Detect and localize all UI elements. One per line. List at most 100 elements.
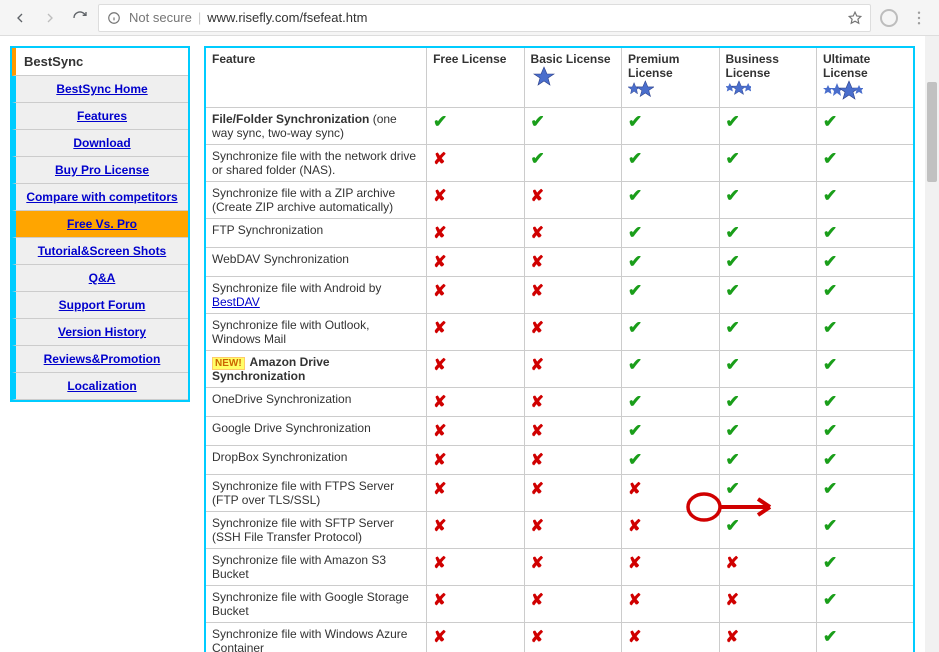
sidebar-item-2[interactable]: Download — [12, 130, 188, 157]
mark-cell: ✘ — [524, 314, 621, 351]
page-content: BestSync BestSync HomeFeaturesDownloadBu… — [0, 36, 925, 652]
sidebar-item-7[interactable]: Q&A — [12, 265, 188, 292]
sidebar-item-8[interactable]: Support Forum — [12, 292, 188, 319]
mark-cell: ✔ — [817, 182, 915, 219]
mark-cell: ✘ — [622, 512, 719, 549]
sidebar-item-3[interactable]: Buy Pro License — [12, 157, 188, 184]
cross-icon: ✘ — [531, 225, 544, 242]
cross-icon: ✘ — [433, 423, 446, 440]
comparison-table: Feature Free License Basic License Premi… — [204, 46, 915, 652]
cross-icon: ✘ — [628, 629, 641, 646]
cross-icon: ✘ — [726, 629, 739, 646]
check-icon: ✔ — [628, 281, 642, 300]
mark-cell: ✘ — [524, 586, 621, 623]
cross-icon: ✘ — [433, 481, 446, 498]
check-icon: ✔ — [823, 450, 837, 469]
check-icon: ✔ — [726, 223, 740, 242]
menu-icon[interactable] — [907, 6, 931, 30]
table-row: Synchronize file with Outlook, Windows M… — [205, 314, 914, 351]
feature-cell: Synchronize file with a ZIP archive (Cre… — [205, 182, 427, 219]
mark-cell: ✔ — [719, 417, 816, 446]
check-icon: ✔ — [726, 318, 740, 337]
header-business: Business License — [719, 47, 816, 108]
check-icon: ✔ — [726, 355, 740, 374]
check-icon: ✔ — [823, 186, 837, 205]
mark-cell: ✘ — [622, 549, 719, 586]
check-icon: ✔ — [726, 281, 740, 300]
bookmark-star-icon[interactable] — [846, 9, 864, 27]
sidebar-item-5[interactable]: Free Vs. Pro — [12, 211, 188, 238]
check-icon: ✔ — [433, 112, 447, 131]
check-icon: ✔ — [628, 186, 642, 205]
feature-cell: Synchronize file with Outlook, Windows M… — [205, 314, 427, 351]
cross-icon: ✘ — [433, 254, 446, 271]
reload-button[interactable] — [68, 6, 92, 30]
star-icon — [531, 66, 557, 86]
mark-cell: ✘ — [719, 549, 816, 586]
mark-cell: ✘ — [524, 475, 621, 512]
sidebar-item-1[interactable]: Features — [12, 103, 188, 130]
cross-icon: ✘ — [531, 394, 544, 411]
mark-cell: ✘ — [427, 446, 524, 475]
mark-cell: ✔ — [622, 182, 719, 219]
mark-cell: ✘ — [622, 475, 719, 512]
mark-cell: ✔ — [427, 108, 524, 145]
mark-cell: ✘ — [427, 219, 524, 248]
header-free: Free License — [427, 47, 524, 108]
feature-cell: Synchronize file with Windows Azure Cont… — [205, 623, 427, 652]
mark-cell: ✔ — [622, 219, 719, 248]
sidebar-item-6[interactable]: Tutorial&Screen Shots — [12, 238, 188, 265]
sidebar-item-10[interactable]: Reviews&Promotion — [12, 346, 188, 373]
mark-cell: ✘ — [427, 623, 524, 652]
mark-cell: ✔ — [817, 145, 915, 182]
mark-cell: ✔ — [622, 108, 719, 145]
sidebar-item-0[interactable]: BestSync Home — [12, 76, 188, 103]
inline-link[interactable]: BestDAV — [212, 295, 260, 309]
mark-cell: ✘ — [524, 417, 621, 446]
scrollbar-thumb[interactable] — [927, 82, 937, 182]
check-icon: ✔ — [628, 252, 642, 271]
check-icon: ✔ — [628, 421, 642, 440]
check-icon: ✔ — [823, 318, 837, 337]
feature-cell: Google Drive Synchronization — [205, 417, 427, 446]
table-row: WebDAV Synchronization✘✘✔✔✔ — [205, 248, 914, 277]
info-icon — [105, 9, 123, 27]
mark-cell: ✔ — [817, 351, 915, 388]
table-row: Synchronize file with Google Storage Buc… — [205, 586, 914, 623]
feature-cell: Synchronize file with SFTP Server (SSH F… — [205, 512, 427, 549]
star-icon — [726, 80, 752, 100]
mark-cell: ✘ — [427, 248, 524, 277]
feature-cell: WebDAV Synchronization — [205, 248, 427, 277]
address-bar[interactable]: Not secure | www.risefly.com/fsefeat.htm — [98, 4, 871, 32]
check-icon: ✔ — [628, 223, 642, 242]
sidebar-item-4[interactable]: Compare with competitors — [12, 184, 188, 211]
check-icon: ✔ — [726, 516, 740, 535]
vertical-scrollbar[interactable] — [925, 36, 939, 652]
header-feature: Feature — [205, 47, 427, 108]
sidebar-item-9[interactable]: Version History — [12, 319, 188, 346]
check-icon: ✔ — [823, 252, 837, 271]
back-button[interactable] — [8, 6, 32, 30]
forward-button[interactable] — [38, 6, 62, 30]
mark-cell: ✔ — [719, 108, 816, 145]
header-premium: Premium License — [622, 47, 719, 108]
mark-cell: ✘ — [427, 277, 524, 314]
sidebar-item-11[interactable]: Localization — [12, 373, 188, 400]
profile-icon[interactable] — [877, 6, 901, 30]
mark-cell: ✔ — [817, 314, 915, 351]
mark-cell: ✘ — [427, 182, 524, 219]
check-icon: ✔ — [726, 149, 740, 168]
mark-cell: ✔ — [719, 351, 816, 388]
cross-icon: ✘ — [531, 452, 544, 469]
mark-cell: ✔ — [719, 145, 816, 182]
mark-cell: ✔ — [719, 512, 816, 549]
table-row: Synchronize file with Amazon S3 Bucket✘✘… — [205, 549, 914, 586]
mark-cell: ✔ — [719, 248, 816, 277]
mark-cell: ✘ — [524, 351, 621, 388]
feature-cell: OneDrive Synchronization — [205, 388, 427, 417]
mark-cell: ✔ — [817, 219, 915, 248]
mark-cell: ✔ — [524, 145, 621, 182]
sidebar-title: BestSync — [12, 48, 188, 76]
table-row: OneDrive Synchronization✘✘✔✔✔ — [205, 388, 914, 417]
mark-cell: ✔ — [622, 446, 719, 475]
